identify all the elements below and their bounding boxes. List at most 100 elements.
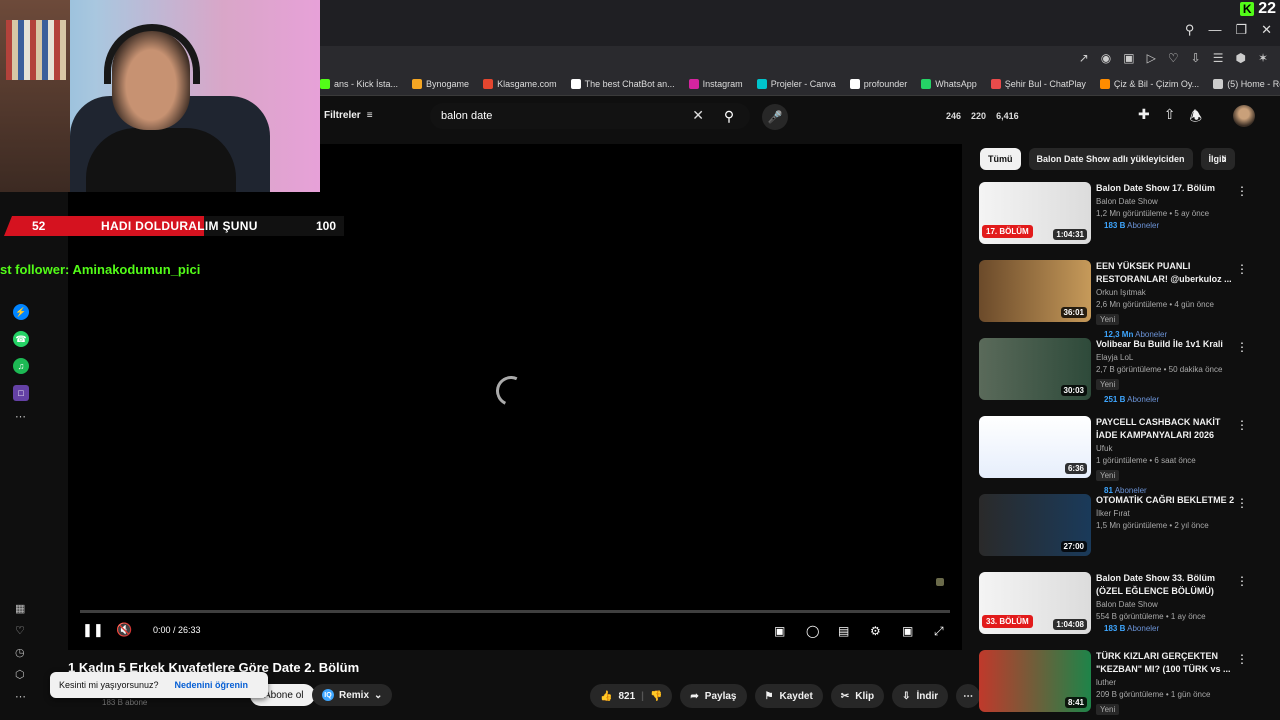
screenshot-icon[interactable]: ▣ bbox=[1123, 51, 1134, 65]
bookmark-item[interactable]: WhatsApp bbox=[921, 78, 977, 89]
recommendation-item[interactable]: 36:01 EEN YÜKSEK PUANLI RESTORANLAR! @ube… bbox=[978, 260, 1258, 339]
recommendation-item[interactable]: 17. BÖLÜM 1:04:31 Balon Date Show 17. Bölü… bbox=[978, 182, 1258, 260]
history-icon[interactable]: ◷ bbox=[15, 646, 25, 659]
miniplayer-icon[interactable]: ▣ bbox=[902, 624, 913, 638]
more-vert-icon[interactable]: ⋮ bbox=[1236, 262, 1248, 276]
recommendation-item[interactable]: 6:36 PAYCELL CASHBACK NAKİT İADE KAMPANYA… bbox=[978, 416, 1258, 495]
recommendation-title[interactable]: TÜRK KIZLARI GERÇEKTEN "KEZBAN" MI? (100… bbox=[1096, 650, 1236, 676]
recommendation-thumbnail[interactable]: 6:36 bbox=[979, 416, 1091, 478]
recommendation-thumbnail[interactable]: 30:03 bbox=[979, 338, 1091, 400]
whatsapp-icon[interactable]: ☎ bbox=[13, 331, 29, 347]
more-vert-icon[interactable]: ⋮ bbox=[1236, 574, 1248, 588]
save-button[interactable]: ⚑ Kaydet bbox=[754, 684, 823, 708]
search-tabs-icon[interactable]: ⚲ bbox=[1185, 22, 1195, 38]
create-icon[interactable]: ✚ bbox=[1138, 106, 1150, 130]
box-icon[interactable]: ⬡ bbox=[15, 668, 25, 681]
ai-icon[interactable]: ✶ bbox=[1258, 51, 1268, 65]
search-input[interactable]: balon date bbox=[441, 110, 492, 122]
recommendation-channel[interactable]: Elayja LoL bbox=[1096, 353, 1236, 362]
bookmark-item[interactable]: The best ChatBot an... bbox=[570, 78, 675, 89]
pause-icon[interactable]: ❚❚ bbox=[82, 622, 104, 638]
progress-bar[interactable] bbox=[80, 610, 950, 613]
upload-icon[interactable]: ⇧ bbox=[1164, 106, 1176, 130]
recommendation-title[interactable]: Volibear Bu Build İle 1v1 Krali bbox=[1096, 338, 1236, 351]
bookmark-item[interactable]: Şehir Bul - ChatPlay bbox=[990, 78, 1086, 89]
filters-button[interactable]: Filtreler ≡ bbox=[324, 110, 373, 121]
autoplay-toggle[interactable]: ◯ bbox=[806, 624, 819, 638]
bookmark-item[interactable]: ans - Kick İsta... bbox=[320, 78, 398, 89]
more-actions-button[interactable]: ⋯ bbox=[956, 684, 981, 708]
clear-search-icon[interactable]: ✕ bbox=[692, 107, 704, 124]
recommendation-title[interactable]: Balon Date Show 33. Bölüm (ÖZEL EĞLENCE … bbox=[1096, 572, 1236, 598]
recommendation-thumbnail[interactable]: 8:41 bbox=[979, 650, 1091, 712]
subtitles-icon[interactable]: ▤ bbox=[838, 624, 849, 638]
share-icon[interactable]: ↗ bbox=[1079, 51, 1089, 65]
camera-icon[interactable]: ◉ bbox=[1101, 51, 1111, 65]
recommendation-item[interactable]: 27:00 OTOMATİK CAĞRI BEKLETME 2 İlker Fıra… bbox=[978, 494, 1258, 572]
download-icon[interactable]: ⇩ bbox=[1191, 51, 1201, 65]
messenger-icon[interactable]: ⚡ bbox=[13, 304, 29, 320]
menu-icon[interactable]: ☰ bbox=[1213, 51, 1224, 65]
close-icon[interactable]: ✕ bbox=[1261, 22, 1272, 38]
play-icon[interactable]: ▷ bbox=[1147, 51, 1156, 65]
more-vert-icon[interactable]: ⋮ bbox=[1236, 496, 1248, 510]
recommendation-channel[interactable]: luther bbox=[1096, 678, 1236, 687]
download-button[interactable]: ⇩ İndir bbox=[892, 684, 949, 708]
favorites-icon[interactable]: ♡ bbox=[15, 624, 25, 637]
more-vert-icon[interactable]: ⋮ bbox=[1236, 340, 1248, 354]
bell-icon[interactable]: 🕭 bbox=[1189, 106, 1202, 130]
mute-icon[interactable]: 🔇 bbox=[116, 622, 132, 638]
account-avatar[interactable] bbox=[1233, 105, 1255, 127]
more-vert-icon[interactable]: ⋮ bbox=[1236, 652, 1248, 666]
recommendation-title[interactable]: Balon Date Show 17. Bölüm bbox=[1096, 182, 1236, 195]
recommendation-channel[interactable]: Ufuk bbox=[1096, 444, 1236, 453]
recommendation-channel[interactable]: İlker Fırat bbox=[1096, 509, 1236, 518]
restore-icon[interactable]: ❐ bbox=[1235, 22, 1247, 38]
like-button[interactable]: 👍 821 | 👎 bbox=[590, 684, 673, 708]
bookmark-item[interactable]: Instagram bbox=[688, 78, 743, 89]
bookmark-item[interactable]: Projeler - Canva bbox=[756, 78, 836, 89]
extension-icon[interactable]: ⬢ bbox=[1235, 51, 1245, 65]
iq-icon[interactable]: ▣ bbox=[774, 624, 785, 638]
bookmark-item[interactable]: Klasgame.com bbox=[483, 78, 557, 89]
chip-related[interactable]: İlgili bbox=[1200, 148, 1235, 170]
chip-from-uploader[interactable]: Balon Date Show adlı yükleyiciden bbox=[1028, 148, 1193, 170]
twitch-icon[interactable]: □ bbox=[13, 385, 29, 401]
recommendation-thumbnail[interactable]: 27:00 bbox=[979, 494, 1091, 556]
apps-icon[interactable]: ▦ bbox=[15, 602, 25, 615]
recommendation-item[interactable]: 30:03 Volibear Bu Build İle 1v1 Krali Elay… bbox=[978, 338, 1258, 416]
recommendation-channel[interactable]: Orkun Işıtmak bbox=[1096, 288, 1236, 297]
heart-icon[interactable]: ♡ bbox=[1168, 51, 1179, 65]
spotify-icon[interactable]: ♫ bbox=[13, 358, 29, 374]
bookmark-item[interactable]: Çiz & Bil - Çizim Oy... bbox=[1099, 78, 1199, 89]
recommendation-thumbnail[interactable]: 17. BÖLÜM 1:04:31 bbox=[979, 182, 1091, 244]
chip-all[interactable]: Tümü bbox=[980, 148, 1021, 170]
more-icon[interactable]: ⋯ bbox=[15, 410, 26, 423]
bookmark-item[interactable]: (5) Home - Roblox bbox=[1213, 78, 1280, 89]
recommendation-item[interactable]: 33. BÖLÜM 1:04:08 Balon Date Show 33. Bölü… bbox=[978, 572, 1258, 650]
thumbs-down-icon[interactable]: 👎 bbox=[650, 691, 662, 702]
remix-button[interactable]: IQ Remix ⌄ bbox=[312, 684, 393, 706]
recommendation-channel[interactable]: Balon Date Show bbox=[1096, 197, 1236, 206]
recommendation-channel[interactable]: Balon Date Show bbox=[1096, 600, 1236, 609]
more-vert-icon[interactable]: ⋮ bbox=[1236, 184, 1248, 198]
recommendation-title[interactable]: EEN YÜKSEK PUANLI RESTORANLAR! @uberkulo… bbox=[1096, 260, 1236, 286]
recommendation-title[interactable]: OTOMATİK CAĞRI BEKLETME 2 bbox=[1096, 494, 1236, 507]
learn-why-link[interactable]: Nedenini öğrenin bbox=[175, 680, 249, 690]
minimize-icon[interactable]: — bbox=[1208, 22, 1221, 38]
bookmark-item[interactable]: profounder bbox=[849, 78, 907, 89]
search-box[interactable]: balon date ✕ ⚲ bbox=[430, 103, 750, 129]
recommendation-item[interactable]: 8:41 TÜRK KIZLARI GERÇEKTEN "KEZBAN" MI? … bbox=[978, 650, 1258, 720]
fullscreen-icon[interactable]: ⤢ bbox=[934, 624, 944, 639]
recommendation-thumbnail[interactable]: 36:01 bbox=[979, 260, 1091, 322]
chevron-right-icon[interactable]: › bbox=[1222, 150, 1227, 166]
more-vert-icon[interactable]: ⋮ bbox=[1236, 418, 1248, 432]
mic-icon[interactable]: 🎤 bbox=[762, 104, 788, 130]
clip-button[interactable]: ✂ Klip bbox=[830, 684, 885, 708]
search-icon[interactable]: ⚲ bbox=[714, 106, 744, 126]
share-button[interactable]: ➦ Paylaş bbox=[680, 684, 747, 708]
recommendation-title[interactable]: PAYCELL CASHBACK NAKİT İADE KAMPANYALARI… bbox=[1096, 416, 1236, 442]
settings-icon[interactable]: ⚙ bbox=[870, 624, 881, 638]
recommendation-thumbnail[interactable]: 33. BÖLÜM 1:04:08 bbox=[979, 572, 1091, 634]
settings-dots-icon[interactable]: ⋯ bbox=[15, 690, 26, 703]
